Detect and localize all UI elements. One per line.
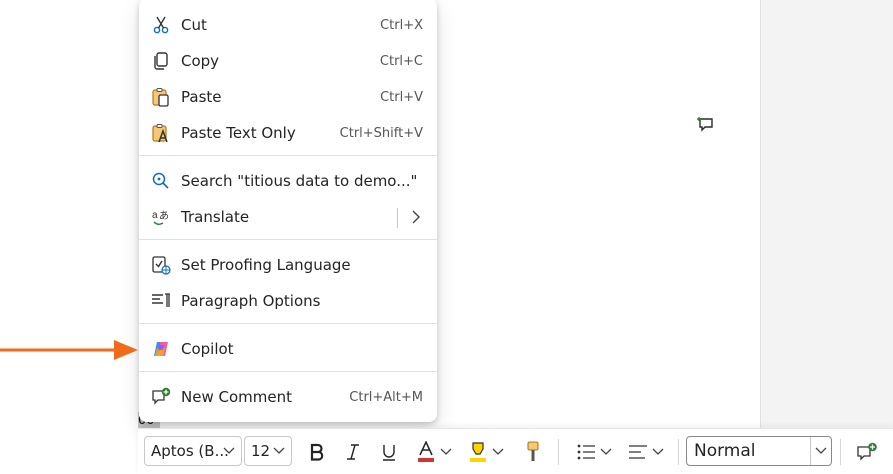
shortcut-label: Ctrl+C: [379, 53, 423, 69]
underline-button[interactable]: [376, 437, 402, 467]
shortcut-label: Ctrl+X: [380, 17, 423, 33]
menu-divider: [139, 323, 437, 324]
paste-icon: [151, 87, 171, 107]
style-value: Normal: [694, 441, 756, 461]
copilot-icon: [151, 339, 171, 359]
menu-item-label: Paste: [181, 88, 222, 106]
translate-icon: a あ: [151, 207, 171, 227]
format-painter-button[interactable]: [520, 437, 546, 467]
align-button[interactable]: [624, 437, 668, 467]
chevron-down-icon: [652, 448, 664, 455]
font-name-value: Aptos (B...: [151, 442, 229, 460]
menu-item-label: Set Proofing Language: [181, 256, 351, 274]
svg-text:あ: あ: [159, 210, 169, 222]
context-menu: Cut Ctrl+X Copy Ctrl+C Paste Ctrl+V Past…: [139, 0, 437, 422]
align-left-icon: [629, 445, 647, 459]
new-comment-icon: [151, 387, 171, 407]
svg-text:a: a: [152, 210, 158, 221]
toolbar-divider: [678, 439, 679, 465]
bold-icon: [310, 443, 324, 461]
menu-item-copilot[interactable]: Copilot: [139, 332, 437, 366]
menu-item-label: Paragraph Options: [181, 292, 321, 310]
menu-item-label: New Comment: [181, 388, 292, 406]
format-painter-icon: [527, 441, 539, 461]
bullets-button[interactable]: [572, 437, 616, 467]
underline-icon: [383, 445, 395, 461]
floating-format-toolbar: Aptos (B... 12 Normal: [138, 428, 893, 474]
italic-icon: [347, 444, 359, 460]
paste-text-icon: [151, 123, 171, 143]
comment-marker-icon[interactable]: [697, 116, 715, 132]
menu-item-label: Paste Text Only: [181, 124, 296, 142]
chevron-down-icon: [492, 448, 504, 455]
font-size-dropdown[interactable]: 12: [244, 436, 292, 466]
menu-divider: [139, 155, 437, 156]
menu-item-search[interactable]: Search "titious data to demo...": [139, 164, 437, 198]
paragraph-icon: [151, 291, 171, 311]
menu-divider: [139, 371, 437, 372]
menu-item-label: Copy: [181, 52, 220, 70]
bullet-list-icon: [577, 444, 595, 460]
menu-item-paste-text-only[interactable]: Paste Text Only Ctrl+Shift+V: [139, 116, 437, 150]
style-dropdown-toggle[interactable]: [810, 437, 831, 465]
scissors-icon: [151, 15, 171, 35]
chevron-down-icon: [600, 448, 612, 455]
menu-divider: [139, 239, 437, 240]
copy-icon: [151, 51, 171, 71]
shortcut-label: Ctrl+V: [380, 89, 423, 105]
chevron-down-icon: [815, 447, 827, 454]
menu-item-label: Cut: [181, 16, 207, 34]
menu-item-label: Copilot: [181, 340, 234, 358]
highlight-button[interactable]: [464, 437, 508, 467]
chevron-right-icon[interactable]: [409, 210, 423, 224]
chevron-down-icon: [440, 448, 452, 455]
highlighter-icon: [470, 442, 486, 462]
new-comment-icon: [857, 442, 877, 461]
bold-button[interactable]: [304, 437, 330, 467]
chevron-down-icon: [223, 447, 235, 454]
font-color-button[interactable]: [412, 437, 456, 467]
menu-item-label: Search "titious data to demo...": [181, 172, 418, 190]
proofing-icon: [151, 255, 171, 275]
font-name-dropdown[interactable]: Aptos (B...: [144, 436, 242, 466]
toolbar-divider: [558, 439, 559, 465]
search-icon: [151, 171, 171, 191]
submenu-divider: [397, 208, 398, 228]
menu-item-paste[interactable]: Paste Ctrl+V: [139, 80, 437, 114]
style-dropdown[interactable]: Normal: [686, 436, 832, 466]
italic-button[interactable]: [340, 437, 366, 467]
toolbar-divider: [840, 439, 841, 465]
menu-item-cut[interactable]: Cut Ctrl+X: [139, 8, 437, 42]
new-comment-button[interactable]: [852, 437, 882, 467]
document-margin: [760, 0, 893, 473]
menu-item-paragraph-options[interactable]: Paragraph Options: [139, 284, 437, 318]
shortcut-label: Ctrl+Alt+M: [349, 389, 423, 405]
menu-item-label: Translate: [181, 208, 250, 226]
shortcut-label: Ctrl+Shift+V: [339, 125, 423, 141]
font-size-value: 12: [251, 442, 271, 460]
menu-item-copy[interactable]: Copy Ctrl+C: [139, 44, 437, 78]
menu-item-translate[interactable]: a あ Translate: [139, 200, 437, 234]
chevron-down-icon: [273, 447, 285, 454]
menu-item-new-comment[interactable]: New Comment Ctrl+Alt+M: [139, 380, 437, 414]
orange-arrow-icon: [0, 340, 138, 360]
font-color-icon: [418, 441, 434, 462]
menu-item-set-proofing-language[interactable]: Set Proofing Language: [139, 248, 437, 282]
